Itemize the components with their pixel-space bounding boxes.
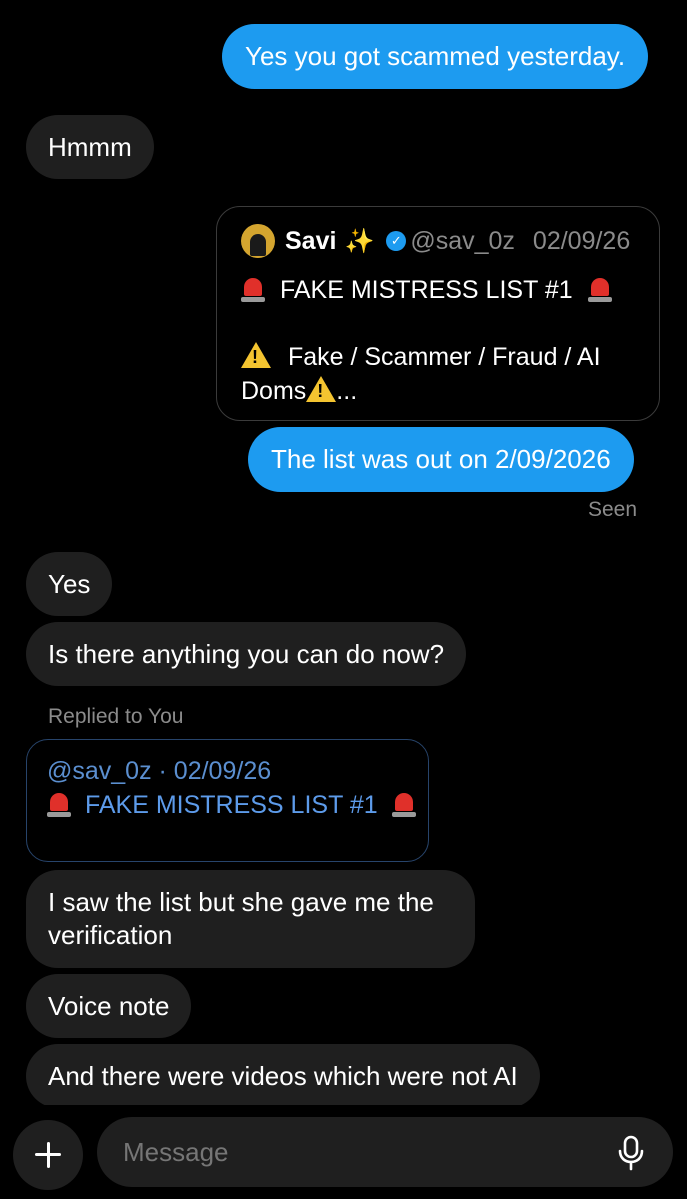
- seen-status: Seen: [587, 498, 637, 521]
- message-text: And there were videos which were not AI: [48, 1060, 518, 1091]
- reply-quote-meta: @sav_0z · 02/09/26: [47, 757, 272, 785]
- siren-icon: [587, 276, 612, 302]
- quoted-post-body-text: Doms: [241, 377, 307, 405]
- warning-icon: [306, 376, 337, 402]
- quoted-post-card[interactable]: Savi ✨ ✓ @sav_0z 02/09/26 FAKE MISTRESS …: [216, 206, 660, 421]
- reply-quote-title-line: FAKE MISTRESS LIST #1: [47, 788, 416, 822]
- message-text: Yes: [48, 568, 91, 599]
- siren-icon: [391, 791, 416, 817]
- outgoing-message[interactable]: Yes you got scammed yesterday.: [222, 24, 649, 89]
- avatar: [241, 224, 275, 258]
- message-text: Yes you got scammed yesterday.: [245, 41, 626, 71]
- siren-icon: [241, 276, 265, 302]
- quoted-post-handle: @sav_0z: [410, 226, 515, 255]
- incoming-message[interactable]: Hmmm: [26, 115, 154, 179]
- siren-icon: [47, 791, 71, 817]
- outgoing-message[interactable]: The list was out on 2/09/2026: [248, 427, 634, 492]
- message-text: Hmmm: [48, 131, 132, 162]
- message-text: The list was out on 2/09/2026: [271, 444, 611, 474]
- quoted-post-header: Savi ✨ ✓ @sav_0z 02/09/26: [241, 223, 637, 259]
- message-input[interactable]: [123, 1117, 593, 1187]
- message-composer: [0, 1105, 687, 1199]
- reply-quote-card[interactable]: @sav_0z · 02/09/26 FAKE MISTRESS LIST #1: [26, 739, 429, 862]
- quoted-post-author-name: Savi: [285, 226, 337, 255]
- message-text: Is there anything you can do now?: [48, 638, 445, 669]
- sparkle-emoji: ✨: [344, 227, 375, 255]
- message-field[interactable]: [97, 1117, 673, 1187]
- reply-quote-title: FAKE MISTRESS LIST #1: [84, 791, 378, 819]
- message-text: Voice note: [48, 990, 170, 1021]
- incoming-message[interactable]: And there were videos which were not AI: [26, 1044, 540, 1108]
- warning-icon: [241, 342, 271, 368]
- incoming-message[interactable]: Is there anything you can do now?: [26, 622, 467, 686]
- microphone-icon[interactable]: [617, 1135, 645, 1171]
- replied-to-label: Replied to You: [48, 705, 184, 728]
- message-text: I saw the list but she gave me the verif…: [48, 887, 434, 950]
- incoming-message[interactable]: I saw the list but she gave me the verif…: [26, 870, 475, 968]
- incoming-message[interactable]: Yes: [26, 552, 113, 616]
- quoted-post-body-line: Fake / Scammer / Fraud / AI: [241, 340, 637, 374]
- quoted-post-date: 02/09/26: [532, 226, 631, 255]
- quoted-post-body-text: Fake / Scammer / Fraud / AI: [287, 343, 601, 371]
- quoted-post-title-line: FAKE MISTRESS LIST #1: [241, 273, 637, 307]
- quoted-post-body-line: Doms...: [241, 374, 637, 408]
- plus-icon[interactable]: [13, 1120, 83, 1190]
- verified-badge-icon: ✓: [386, 231, 407, 251]
- quoted-post-ellipsis: ...: [336, 377, 358, 405]
- incoming-message[interactable]: Voice note: [26, 974, 192, 1038]
- quoted-post-title: FAKE MISTRESS LIST #1: [279, 276, 573, 304]
